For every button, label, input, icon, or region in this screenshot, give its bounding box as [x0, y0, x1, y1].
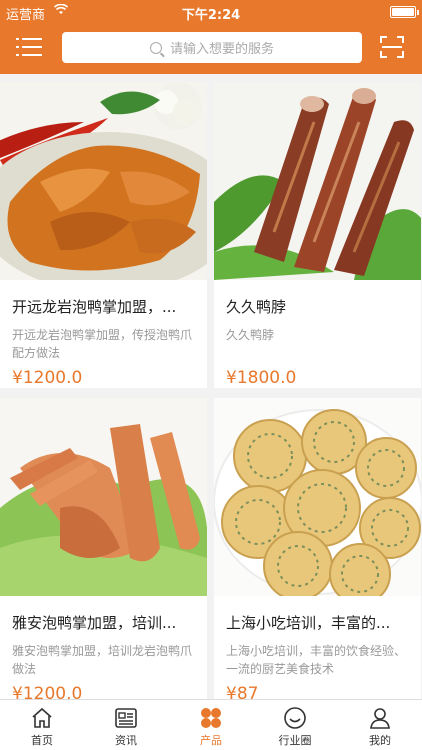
product-desc: 久久鸭脖	[226, 328, 275, 342]
circle-icon	[283, 706, 307, 730]
battery-icon	[390, 6, 419, 18]
tab-label: 行业圈	[278, 734, 312, 747]
status-time: 下午2:24	[181, 8, 241, 23]
product-title: 久久鸭脖	[226, 298, 287, 316]
product-title: 上海小吃培训，丰富的...	[226, 614, 391, 632]
product-price: ¥1200.0	[12, 368, 83, 388]
top-bar: 运营商 下午2:24 请输入想要的服务	[0, 0, 422, 74]
product-price: ¥1200.0	[12, 684, 83, 699]
product-desc: 雅安泡鸭掌加盟，培训龙岩泡鸭爪做法	[12, 644, 193, 676]
search-placeholder: 请输入想要的服务	[169, 42, 274, 57]
product-title: 雅安泡鸭掌加盟，培训...	[12, 614, 177, 632]
tab-products[interactable]: 产品	[169, 700, 253, 750]
product-image	[214, 82, 421, 280]
product-card[interactable]: 上海小吃培训，丰富的... 上海小吃培训，丰富的饮食经验、一流的厨艺美食技术 ¥…	[214, 398, 421, 699]
search-input[interactable]: 请输入想要的服务	[62, 32, 362, 63]
home-icon	[30, 706, 54, 730]
product-price: ¥1800.0	[226, 368, 297, 388]
menu-icon[interactable]	[16, 36, 44, 58]
user-icon	[368, 706, 392, 730]
tab-bar: 首页 资讯 产品 行业圈 我的	[0, 699, 422, 750]
tab-label: 我的	[369, 734, 391, 747]
product-price: ¥87	[226, 684, 259, 699]
scan-icon[interactable]	[380, 36, 404, 58]
product-desc: 开远龙岩泡鸭掌加盟，传授泡鸭爪配方做法	[12, 328, 193, 360]
products-icon	[199, 706, 223, 730]
product-grid: 开远龙岩泡鸭掌加盟，... 开远龙岩泡鸭掌加盟，传授泡鸭爪配方做法 ¥1200.…	[0, 74, 422, 699]
product-image	[214, 398, 421, 596]
tab-label: 资讯	[115, 734, 137, 747]
product-card[interactable]: 久久鸭脖 久久鸭脖 ¥1800.0	[214, 82, 421, 388]
tab-industry[interactable]: 行业圈	[253, 700, 337, 750]
product-card[interactable]: 开远龙岩泡鸭掌加盟，... 开远龙岩泡鸭掌加盟，传授泡鸭爪配方做法 ¥1200.…	[0, 82, 207, 388]
status-bar: 运营商 下午2:24	[0, 0, 422, 24]
product-card[interactable]: 雅安泡鸭掌加盟，培训... 雅安泡鸭掌加盟，培训龙岩泡鸭爪做法 ¥1200.0	[0, 398, 207, 699]
tab-mine[interactable]: 我的	[338, 700, 422, 750]
search-icon	[149, 41, 162, 54]
product-title: 开远龙岩泡鸭掌加盟，...	[12, 298, 177, 316]
product-image	[0, 398, 207, 596]
tab-label: 首页	[31, 734, 53, 747]
news-icon	[114, 706, 138, 730]
tab-home[interactable]: 首页	[0, 700, 84, 750]
product-image	[0, 82, 207, 280]
tab-label: 产品	[200, 734, 222, 747]
tab-news[interactable]: 资讯	[84, 700, 168, 750]
product-desc: 上海小吃培训，丰富的饮食经验、一流的厨艺美食技术	[226, 644, 407, 676]
